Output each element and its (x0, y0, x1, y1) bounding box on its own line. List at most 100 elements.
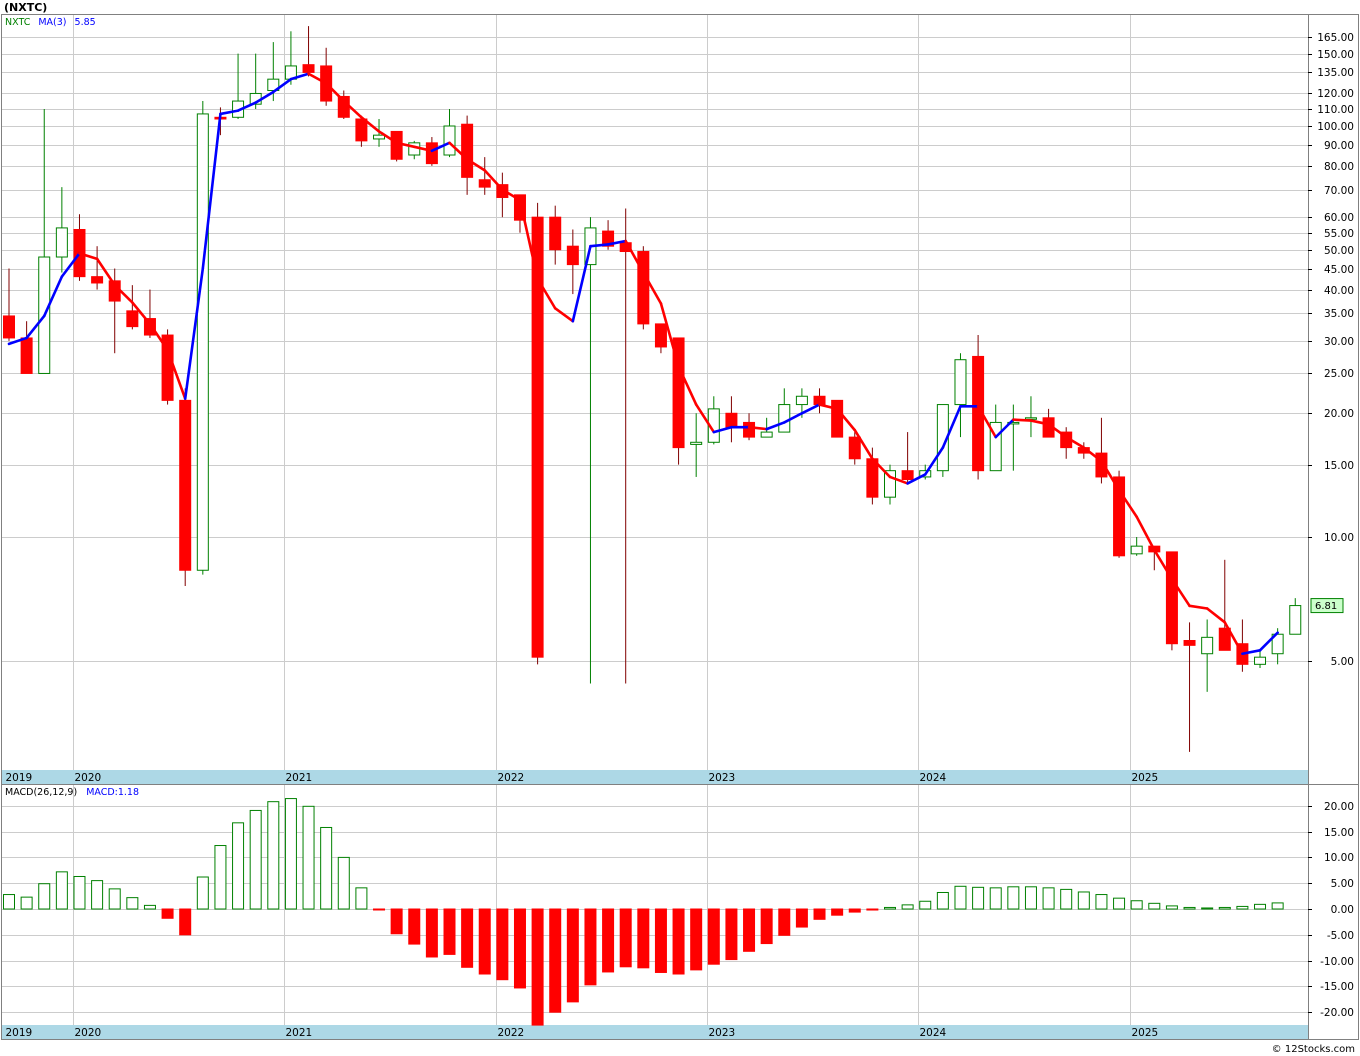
price-tick-label: 10.00 (1324, 532, 1354, 544)
candle (179, 388, 192, 586)
x-year-label: 2021 (286, 1027, 313, 1039)
macd-bar (1148, 902, 1161, 910)
price-tick-label: 60.00 (1324, 212, 1354, 224)
macd-bar (461, 908, 474, 968)
candle-body (1165, 551, 1178, 645)
macd-bar (795, 908, 808, 928)
macd-bar (3, 894, 15, 910)
candle-body (654, 323, 667, 348)
legend-ma-value: 5.85 (75, 17, 96, 28)
macd-bar (513, 908, 526, 989)
price-tick-label: 45.00 (1324, 264, 1354, 276)
candle-body (901, 470, 914, 481)
macd-bar (1077, 891, 1090, 910)
macd-bar (73, 875, 86, 910)
macd-bar (972, 886, 985, 910)
macd-bar (848, 908, 861, 913)
macd-bar (866, 908, 879, 911)
price-tick-label: 20.00 (1324, 408, 1354, 420)
macd-bar (55, 871, 68, 910)
legend-symbol: NXTC (5, 17, 31, 28)
macd-bar (1271, 902, 1284, 910)
price-tick-label: 120.00 (1317, 88, 1354, 100)
macd-bar (1007, 886, 1020, 910)
macd-bar (619, 908, 632, 968)
x-year-label: 2023 (709, 1027, 736, 1039)
price-tick-label: 70.00 (1324, 185, 1354, 197)
candle (831, 399, 844, 438)
macd-legend-value: MACD:1.18 (86, 787, 139, 798)
macd-bar (179, 908, 192, 936)
macd-bar (320, 826, 333, 910)
macd-bar (108, 888, 121, 910)
macd-bar (143, 904, 156, 910)
candle-body (795, 395, 808, 406)
macd-tick-label: -20.00 (1320, 1007, 1354, 1019)
macd-bar (831, 908, 844, 916)
macd-tick-label: -10.00 (1320, 956, 1354, 968)
macd-bar (725, 908, 738, 961)
price-tick-label: 50.00 (1324, 245, 1354, 257)
candle-body (1201, 636, 1214, 655)
price-tick-label: 135.00 (1317, 67, 1354, 79)
macd-bar (954, 885, 967, 910)
price-tick-label: 40.00 (1324, 285, 1354, 297)
candle-body (373, 134, 386, 140)
candle-body (1183, 639, 1196, 646)
macd-tick-label: 0.00 (1331, 904, 1354, 916)
macd-bar (355, 887, 368, 910)
macd-bar (20, 896, 33, 910)
macd-bar (566, 908, 579, 1003)
candle-body (443, 125, 456, 156)
candle-body (126, 310, 139, 328)
candle-body (690, 441, 703, 445)
candle (390, 130, 403, 162)
candle-body (549, 216, 562, 251)
macd-bar (284, 798, 297, 910)
candle (531, 202, 544, 665)
candle-body (91, 276, 104, 284)
macd-bar (249, 809, 262, 910)
candle-body (954, 359, 967, 406)
macd-bar (919, 900, 932, 910)
candle-body (196, 113, 209, 571)
candle-body (20, 337, 33, 374)
price-tick-label: 80.00 (1324, 161, 1354, 173)
macd-bar (373, 908, 386, 911)
candle-body (390, 130, 403, 160)
price-legend: NXTC MA(3) 5.85 (5, 17, 96, 28)
candle-body (566, 245, 579, 266)
ma-segment (589, 243, 610, 248)
macd-bar (1218, 906, 1231, 910)
macd-bar (337, 856, 350, 910)
macd-bar (478, 908, 491, 975)
macd-bar (602, 908, 615, 973)
macd-bar (496, 908, 509, 981)
macd-x-axis-band (2, 1025, 1308, 1039)
macd-tick-label: 10.00 (1324, 852, 1354, 864)
x-year-label: 2024 (920, 772, 947, 784)
footer-credit: © 12Stocks.com (1272, 1044, 1355, 1055)
macd-bar (549, 908, 562, 1013)
candle-body (778, 404, 791, 433)
legend-ma-label: MA(3) (38, 17, 66, 28)
price-x-axis-band (2, 770, 1308, 784)
candle-body (760, 431, 773, 438)
macd-bar (1060, 888, 1073, 910)
macd-bar (884, 906, 896, 910)
macd-legend: MACD(26,12,9) MACD:1.18 (5, 787, 139, 798)
candle-body (55, 227, 68, 258)
ma-segment (1012, 418, 1033, 422)
price-tick-label: 55.00 (1324, 228, 1354, 240)
last-price-tag: 6.81 (1310, 598, 1344, 614)
candle-body (302, 64, 315, 73)
macd-tick-label: 20.00 (1324, 801, 1354, 813)
macd-bar (408, 908, 421, 945)
macd-bar (936, 891, 949, 910)
macd-legend-label: MACD(26,12,9) (5, 787, 77, 798)
macd-bar (760, 908, 773, 945)
last-price-label: 6.81 (1315, 601, 1337, 612)
price-tick-label: 35.00 (1324, 308, 1354, 320)
candle-body (1289, 605, 1302, 635)
candle-body (355, 118, 368, 142)
